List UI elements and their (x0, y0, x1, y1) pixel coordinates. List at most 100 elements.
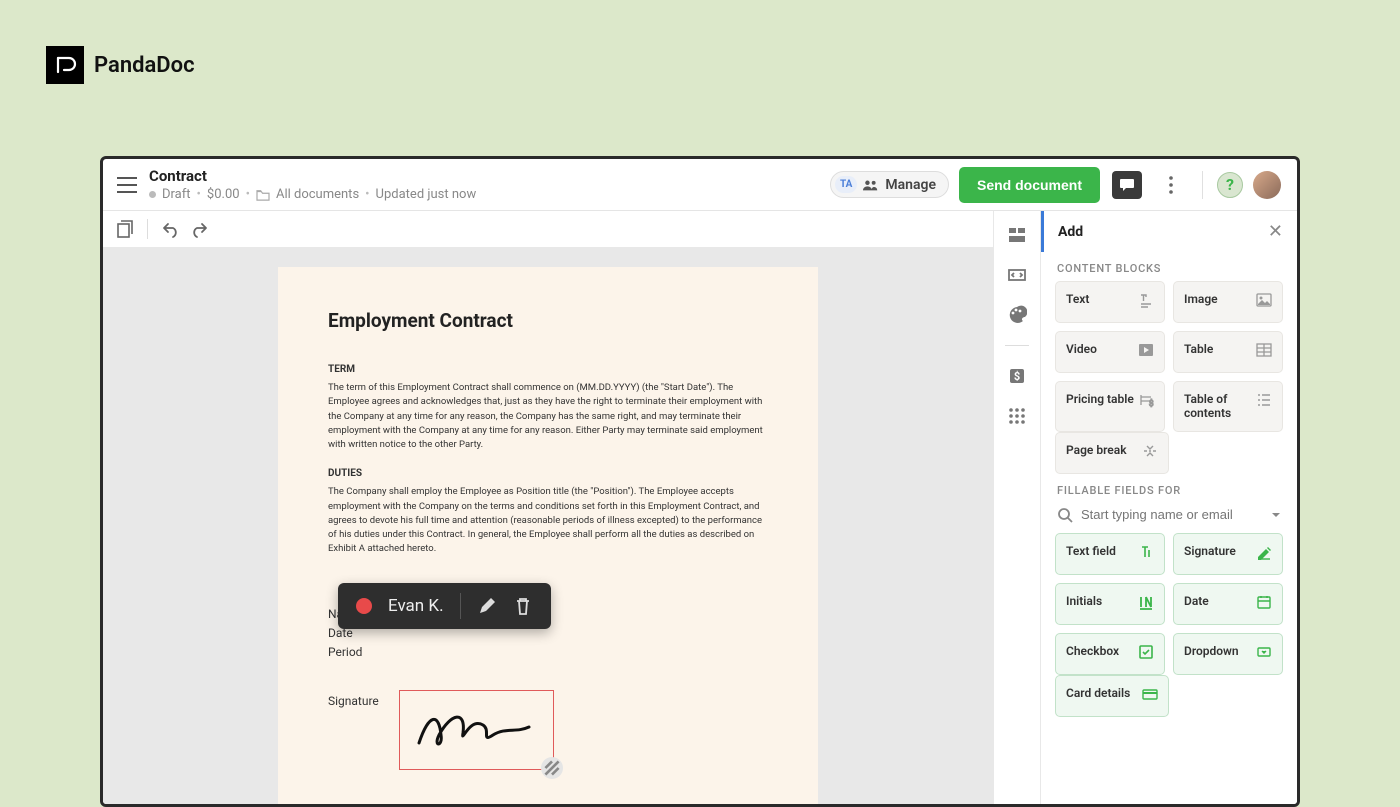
pagebreak-block-icon (1142, 443, 1158, 459)
document-title: Contract (149, 167, 820, 185)
breadcrumb[interactable]: All documents (276, 187, 359, 202)
redo-icon[interactable] (190, 219, 210, 239)
initials-icon (1138, 594, 1154, 610)
divider (147, 219, 148, 239)
image-block-icon (1256, 292, 1272, 308)
user-initials-badge: TA (835, 176, 857, 193)
video-block-icon (1138, 342, 1154, 358)
block-image[interactable]: Image (1173, 281, 1283, 323)
people-icon (863, 179, 879, 191)
assignee-name[interactable]: Evan K. (388, 596, 444, 616)
apps-rail-icon[interactable] (1007, 406, 1027, 426)
block-table[interactable]: Table (1173, 331, 1283, 373)
topbar: Contract Draft • $0.00 • All documents •… (103, 159, 1297, 211)
chat-icon (1112, 171, 1142, 199)
design-rail-icon[interactable] (1007, 305, 1027, 325)
field-dropdown[interactable]: Dropdown (1173, 633, 1283, 675)
block-page-break[interactable]: Page break (1055, 432, 1169, 474)
pages-icon[interactable] (115, 219, 135, 239)
signature-label: Signature (328, 690, 379, 708)
app-window: Contract Draft • $0.00 • All documents •… (100, 156, 1300, 807)
section-title: TERM (328, 364, 768, 375)
pricing-rail-icon[interactable]: $ (1007, 366, 1027, 386)
block-video[interactable]: Video (1055, 331, 1165, 373)
field-signature[interactable]: Signature (1173, 533, 1283, 575)
comments-button[interactable] (1110, 168, 1144, 202)
document-canvas[interactable]: Employment Contract TERM The term of thi… (103, 247, 993, 804)
content-blocks-grid-2: Page break (1041, 432, 1169, 474)
chevron-down-icon[interactable] (1271, 510, 1281, 520)
signature-icon (1256, 544, 1272, 560)
status-dot-icon (149, 191, 156, 198)
panel-header: Add ✕ (1041, 211, 1297, 252)
menu-icon[interactable] (115, 173, 139, 197)
section-body: The Company shall employ the Employee as… (328, 485, 768, 556)
manage-label: Manage (885, 177, 936, 193)
main-area: Employment Contract TERM The term of thi… (103, 211, 1297, 804)
calendar-icon (1256, 594, 1272, 610)
variables-rail-icon[interactable] (1007, 265, 1027, 285)
undo-icon[interactable] (160, 219, 180, 239)
svg-text:$: $ (1014, 370, 1020, 383)
pandadoc-icon (46, 46, 84, 84)
fillable-fields-label: FILLABLE FIELDS FOR (1041, 474, 1297, 503)
block-text[interactable]: Text (1055, 281, 1165, 323)
content-blocks-grid: Text Image Video Table Pricing table$ Ta… (1041, 281, 1297, 432)
document-info: Contract Draft • $0.00 • All documents •… (149, 167, 820, 202)
resize-handle-icon[interactable] (541, 757, 563, 779)
side-rail: $ (993, 211, 1041, 804)
separator: • (246, 187, 250, 202)
textfield-icon (1138, 544, 1154, 560)
divider (460, 593, 461, 619)
signature-field[interactable] (399, 690, 554, 770)
field-checkbox[interactable]: Checkbox (1055, 633, 1165, 675)
document-heading: Employment Contract (328, 309, 768, 332)
brand-logo: PandaDoc (46, 46, 195, 84)
separator: • (197, 187, 201, 202)
user-avatar[interactable] (1253, 171, 1281, 199)
brand-name: PandaDoc (94, 53, 195, 78)
checkbox-icon (1138, 644, 1154, 660)
folder-icon (256, 189, 270, 201)
search-icon (1057, 507, 1073, 523)
panel-title: Add (1058, 224, 1083, 240)
signature-row: Signature (328, 690, 768, 770)
fillable-fields-grid-2: Card details (1041, 675, 1169, 717)
block-pricing-table[interactable]: Pricing table$ (1055, 381, 1165, 432)
field-initials[interactable]: Initials (1055, 583, 1165, 625)
dropdown-icon (1256, 644, 1272, 660)
separator: • (365, 187, 369, 202)
more-options-button[interactable] (1154, 168, 1188, 202)
add-panel: Add ✕ CONTENT BLOCKS Text Image Video Ta… (1041, 211, 1297, 804)
document-meta: Draft • $0.00 • All documents • Updated … (149, 187, 820, 202)
block-toc[interactable]: Table of contents (1173, 381, 1283, 432)
document-page: Employment Contract TERM The term of thi… (278, 267, 818, 804)
section-body: The term of this Employment Contract sha… (328, 381, 768, 452)
recipient-search-input[interactable] (1081, 507, 1263, 522)
section-title: DUTIES (328, 468, 768, 479)
field-toolbar: Evan K. (338, 583, 551, 629)
edit-icon[interactable] (477, 596, 497, 616)
svg-text:$: $ (1149, 399, 1154, 408)
help-button[interactable]: ? (1217, 172, 1243, 198)
field-date[interactable]: Date (1173, 583, 1283, 625)
delete-icon[interactable] (513, 596, 533, 616)
recipient-search[interactable] (1041, 503, 1297, 533)
document-amount: $0.00 (207, 187, 240, 202)
divider (1202, 171, 1203, 199)
blocks-rail-icon[interactable] (1007, 225, 1027, 245)
manage-recipients-button[interactable]: TA Manage (830, 171, 949, 198)
text-block-icon (1138, 292, 1154, 308)
field-card-details[interactable]: Card details (1055, 675, 1169, 717)
table-block-icon (1256, 342, 1272, 358)
send-document-button[interactable]: Send document (959, 167, 1100, 203)
content-blocks-label: CONTENT BLOCKS (1041, 252, 1297, 281)
toc-block-icon (1256, 392, 1272, 408)
assignee-color-icon (356, 598, 372, 614)
field-text[interactable]: Text field (1055, 533, 1165, 575)
close-icon[interactable]: ✕ (1268, 221, 1283, 242)
field-label: Period (328, 643, 768, 662)
toolbar (103, 211, 993, 247)
updated-time: Updated just now (376, 187, 477, 202)
card-icon (1142, 686, 1158, 702)
